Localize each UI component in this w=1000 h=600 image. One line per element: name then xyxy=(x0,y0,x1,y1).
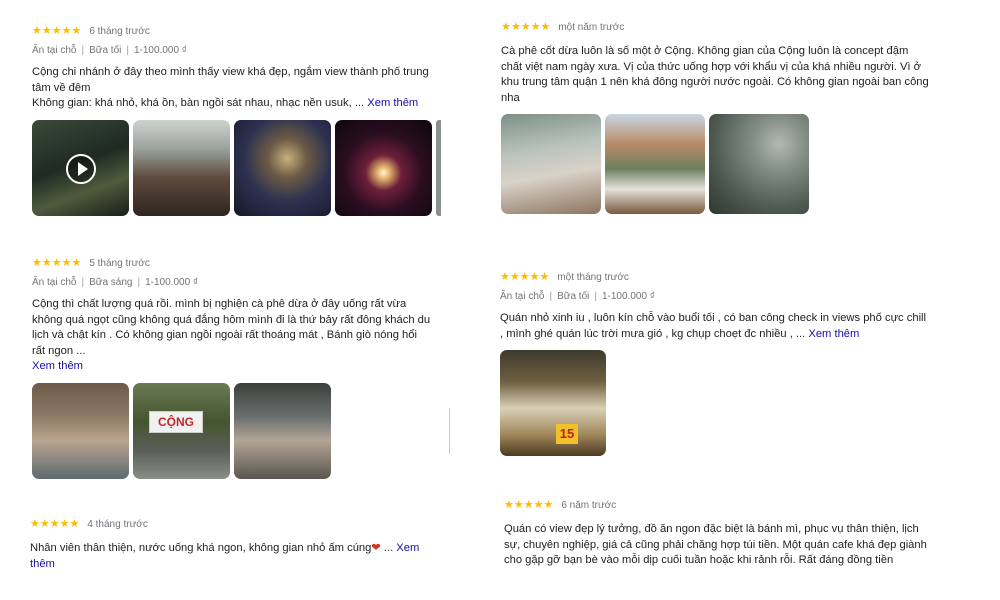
see-more-link[interactable]: Xem thêm xyxy=(367,97,418,109)
review-time: 5 tháng trước xyxy=(89,257,150,269)
play-icon[interactable] xyxy=(66,153,96,184)
review-meta: ★★★★★ một tháng trước xyxy=(500,270,930,284)
star-rating: ★★★★★ xyxy=(504,499,554,511)
review-text: Cà phê cốt dừa luôn là số một ở Cộng. Kh… xyxy=(501,45,929,104)
review-photo[interactable] xyxy=(234,382,331,479)
review-text: Quán có view đẹp lý tưởng, đồ ăn ngon đặ… xyxy=(504,523,927,567)
attr-price: 1-100.000 ₫ xyxy=(133,45,187,56)
review-text: Quán nhỏ xinh iu , luôn kín chỗ vào buổi… xyxy=(500,311,930,342)
review-time: một năm trước xyxy=(558,21,625,33)
review-attributes: Ăn tại chỗ | Bữa sáng | 1-100.000 ₫ xyxy=(32,277,199,288)
review-photo[interactable]: 15 xyxy=(500,350,606,457)
attr-meal: Bữa tối xyxy=(557,291,590,302)
heart-icon: ❤ xyxy=(371,542,381,554)
review-card: ★★★★★ 6 năm trước Quán có view đẹp lý tư… xyxy=(504,498,929,569)
review-photos: 15 xyxy=(500,350,930,457)
attr-meal: Bữa sáng xyxy=(89,277,133,288)
review-card: ★★★★★ 5 tháng trước Ăn tại chỗ | Bữa sáng |… xyxy=(32,256,432,479)
ellipsis: ... xyxy=(383,542,394,554)
review-photo-partial[interactable] xyxy=(436,119,441,216)
attr-price: 1-100.000 ₫ xyxy=(601,291,655,302)
review-photos: CỘNG xyxy=(32,382,432,479)
review-photo[interactable] xyxy=(133,119,230,216)
see-more-link[interactable]: Xem thêm xyxy=(32,360,83,372)
review-card: ★★★★★ một năm trước Cà phê cốt dừa luôn … xyxy=(501,20,931,215)
review-card: ★★★★★ 6 tháng trước Ăn tại chỗ | Bữa tối | 1… xyxy=(32,24,442,216)
review-meta: ★★★★★ 4 tháng trước xyxy=(30,517,430,531)
attr-service: Ăn tại chỗ xyxy=(500,291,545,302)
review-photos xyxy=(501,114,931,215)
review-attributes: Ăn tại chỗ | Bữa tối | 1-100.000 ₫ xyxy=(500,291,655,302)
store-sign: CỘNG xyxy=(149,410,203,433)
review-text-line: Không gian: khá nhỏ, khá ồn, bàn ngồi sá… xyxy=(32,97,365,110)
review-attributes: Ăn tại chỗ | Bữa tối | 1-100.000 ₫ xyxy=(32,45,187,56)
review-photo[interactable] xyxy=(501,114,601,215)
review-time: một tháng trước xyxy=(557,271,629,283)
see-more-link[interactable]: Xem thêm xyxy=(808,328,859,340)
review-photos xyxy=(32,119,442,216)
review-time: 6 năm trước xyxy=(561,499,617,511)
review-photo[interactable] xyxy=(234,119,331,216)
review-time: 4 tháng trước xyxy=(87,518,148,530)
review-meta: ★★★★★ 6 năm trước xyxy=(504,498,929,512)
attr-service: Ăn tại chỗ xyxy=(32,45,77,56)
review-card: ★★★★★ 4 tháng trước Nhân viên thân thiện… xyxy=(30,517,430,572)
review-photo[interactable] xyxy=(605,114,705,215)
star-rating: ★★★★★ xyxy=(32,257,82,269)
review-text: Cộng thì chất lượng quá rồi. mình bị ngh… xyxy=(32,297,432,375)
cup-number-badge: 15 xyxy=(556,424,578,445)
review-text: Nhân viên thân thiện, nước uống khá ngon… xyxy=(30,541,430,572)
review-card: ★★★★★ một tháng trước Ăn tại chỗ | Bữa tối… xyxy=(500,270,930,457)
review-meta: ★★★★★ 5 tháng trước xyxy=(32,256,432,270)
attr-meal: Bữa tối xyxy=(89,45,122,56)
review-text-line: Cộng thì chất lượng quá rồi. mình bị ngh… xyxy=(32,298,431,357)
review-text-line: Nhân viên thân thiện, nước uống khá ngon… xyxy=(30,542,372,554)
star-rating: ★★★★★ xyxy=(32,25,82,37)
review-meta: ★★★★★ 6 tháng trước xyxy=(32,24,442,38)
review-photo[interactable] xyxy=(335,119,432,216)
attr-price: 1-100.000 ₫ xyxy=(145,277,199,288)
review-photo[interactable]: CỘNG xyxy=(133,382,230,479)
review-photo[interactable] xyxy=(32,382,129,479)
review-meta: ★★★★★ một năm trước xyxy=(501,20,931,34)
column-divider xyxy=(449,408,450,454)
star-rating: ★★★★★ xyxy=(501,21,551,33)
review-time: 6 tháng trước xyxy=(89,25,150,37)
review-photo[interactable] xyxy=(709,114,809,215)
star-rating: ★★★★★ xyxy=(30,518,80,530)
review-text-line: Cộng chi nhánh ở đây theo mình thấy view… xyxy=(32,66,429,94)
attr-service: Ăn tại chỗ xyxy=(32,277,77,288)
star-rating: ★★★★★ xyxy=(500,271,550,283)
review-text: Cộng chi nhánh ở đây theo mình thấy view… xyxy=(32,65,442,112)
review-text-line: Quán nhỏ xinh iu , luôn kín chỗ vào buổi… xyxy=(500,312,927,340)
review-video-thumbnail[interactable] xyxy=(32,119,129,216)
